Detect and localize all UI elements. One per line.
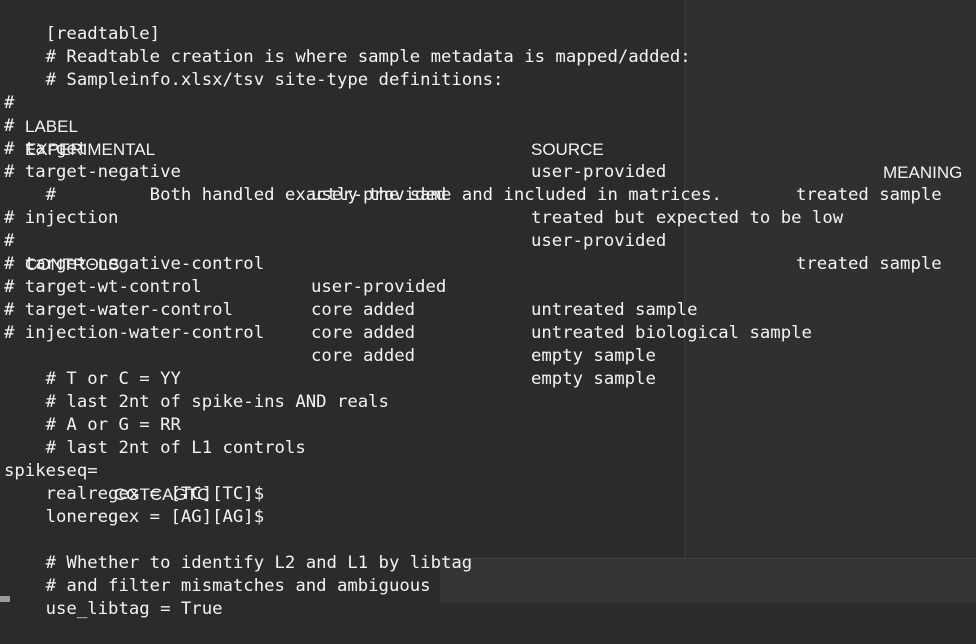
site-type-source: core added <box>311 323 416 343</box>
terminal-line: # LABEL SOURCE MEANING <box>4 69 974 182</box>
terminal-line: # Whether to identify L2 and L1 by libta… <box>4 529 473 573</box>
terminal-cursor <box>0 596 10 602</box>
terminal-line: # A or G = RR <box>4 391 181 435</box>
terminal-output[interactable]: [readtable] # Readtable creation is wher… <box>0 0 976 619</box>
terminal-line: # last 2nt of L1 controls <box>4 414 306 458</box>
terminal-line: realregex = [TC][TC]$ <box>4 460 265 504</box>
terminal-line: loneregex = [AG][AG]$ <box>4 483 265 527</box>
config-use-libtag: use_libtag = True <box>45 599 223 619</box>
terminal-line: # CONTROLS <box>4 207 974 274</box>
config-loneregex: loneregex = [AG][AG]$ <box>45 507 265 527</box>
terminal-line: use_libtag = True <box>4 575 223 619</box>
terminal-line: [readtable] <box>4 0 160 44</box>
column-header-meaning: MEANING <box>883 163 963 182</box>
terminal-line: # target user-provided treated sample <box>4 115 974 205</box>
terminal-line: # injection-water-control core added emp… <box>4 299 974 389</box>
terminal-line: # target-negative user-provided treated … <box>4 138 974 228</box>
terminal-line: # target-wt-control core added untreated… <box>4 253 974 343</box>
terminal-line: # Readtable creation is where sample met… <box>4 23 691 67</box>
site-type-source: core added <box>311 346 416 366</box>
terminal-line: # last 2nt of spike-ins AND reals <box>4 368 389 412</box>
terminal-line: # injection user-provided treated sample <box>4 184 974 274</box>
terminal-line: # Sampleinfo.xlsx/tsv site-type definiti… <box>4 46 504 90</box>
terminal-line: spikeseq= CGTCAGTC <box>4 437 404 504</box>
terminal-line: # target-negative-control user-provided … <box>4 230 974 320</box>
terminal-line: # Both handled exactly the same and incl… <box>4 161 722 205</box>
site-type-meaning: empty sample <box>531 346 656 366</box>
terminal-line: # target-water-control core added empty … <box>4 276 974 366</box>
site-type-meaning: empty sample <box>531 369 656 389</box>
site-type-meaning: untreated biological sample <box>531 323 812 343</box>
terminal-line: # and filter mismatches and ambiguous <box>4 552 431 596</box>
site-type-label: # injection-water-control <box>4 323 265 343</box>
terminal-line: # T or C = YY <box>4 345 181 389</box>
terminal-line: # EXPERIMENTAL <box>4 92 974 159</box>
